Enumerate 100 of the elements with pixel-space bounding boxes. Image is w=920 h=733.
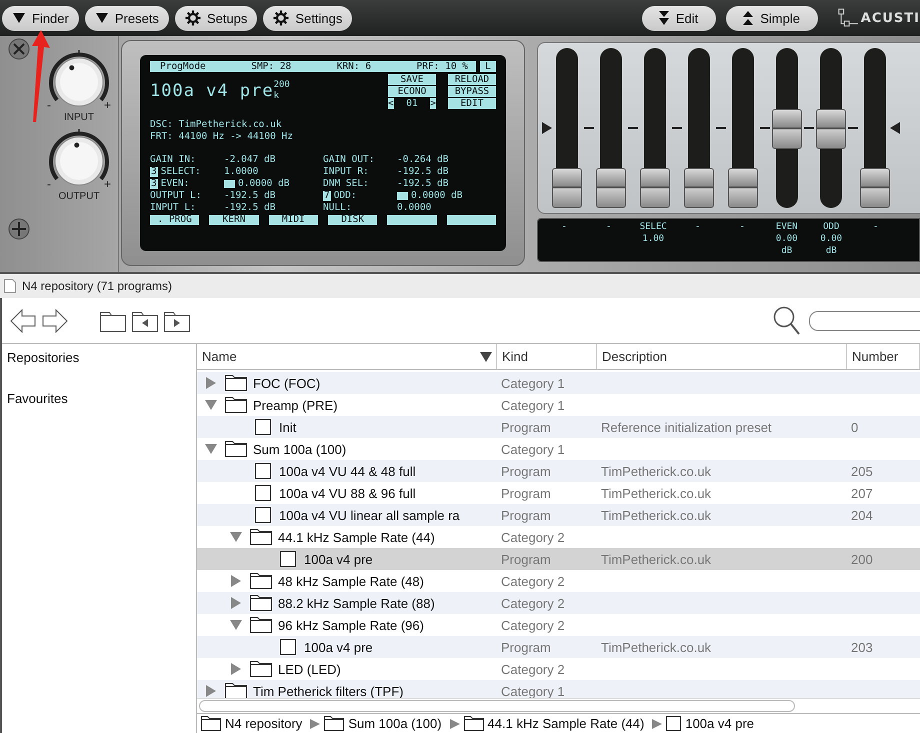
param-label: OUTPUT L: [150,190,202,202]
gear-icon [184,10,201,26]
separator-arrow-icon [310,718,320,728]
lcd-button[interactable]: ECONO [388,86,436,97]
name-cell: 100a v4 VU 44 & 48 full [279,464,416,478]
search-field[interactable] [809,310,920,330]
fader-thumb[interactable] [552,168,582,208]
toolbar-button[interactable]: Edit [642,6,716,30]
toolbar-button[interactable]: Presets [84,6,169,30]
breadcrumb-item[interactable]: N4 repository [225,716,302,731]
fader[interactable] [860,48,890,208]
table-row[interactable]: FOC (FOC) Category 1 [197,372,920,394]
table-row[interactable]: 100a v4 VU 88 & 96 full Program TimPetherick.co.uk 207 [197,482,920,504]
toolbar-button[interactable]: Finder [2,6,79,30]
fader[interactable] [772,48,802,208]
previous-button[interactable]: < [388,98,394,109]
name-cell: 96 kHz Sample Rate (96) [278,618,424,632]
folder-back-icon[interactable] [132,310,158,332]
program-icon [255,463,271,479]
table-row[interactable]: 96 kHz Sample Rate (96) Category 2 [197,614,920,636]
collapsed-triangle-icon[interactable] [230,575,242,587]
right-pointer-icon [542,122,552,134]
name-cell: LED (LED) [278,662,341,676]
sidebar-item[interactable]: Repositories [7,350,80,365]
fader-thumb[interactable] [772,109,802,149]
sidebar-item[interactable]: Favourites [7,391,68,406]
table-row[interactable]: Sum 100a (100) Category 1 [197,438,920,460]
fader[interactable] [640,48,670,208]
forward-arrow-icon[interactable] [42,308,68,332]
table-row[interactable]: 100a v4 VU linear all sample ra Program TimPetherick.co.uk 204 [197,504,920,526]
table-row[interactable]: Init Program Reference initialization preset 0 [197,416,920,438]
param-value: -0.264 dB [397,154,448,166]
folder-forward-icon[interactable] [164,310,190,332]
collapsed-triangle-icon[interactable] [205,377,217,389]
program-icon [255,507,271,523]
channel-marker: 3 [150,167,158,177]
collapsed-triangle-icon[interactable] [230,597,242,609]
kind-cell: Category 2 [501,596,565,610]
fader-thumb[interactable] [728,168,758,208]
toolbar-button[interactable]: Settings [263,6,352,30]
table-row[interactable]: 100a v4 VU 44 & 48 full Program TimPetherick.co.uk 205 [197,460,920,482]
folder-icon [225,683,247,698]
collapsed-triangle-icon[interactable] [230,663,242,675]
document-icon [4,279,16,293]
lcd-button[interactable]: SAVE [388,74,436,85]
name-cell: Init [279,420,296,434]
toolbar-button[interactable]: Setups [174,6,258,30]
breadcrumb-item[interactable]: Sum 100a (100) [348,716,442,731]
horizontal-scrollbar[interactable] [197,698,920,714]
table-row[interactable]: 48 kHz Sample Rate (48) Category 2 [197,570,920,592]
fader-thumb[interactable] [684,168,714,208]
column-header[interactable]: Kind [502,349,528,364]
table-row[interactable]: LED (LED) Category 2 [197,658,920,680]
fader-thumb[interactable] [816,109,846,149]
back-arrow-icon[interactable] [10,308,36,332]
fader-thumb[interactable] [596,168,626,208]
lcd-button[interactable]: EDIT [448,98,496,109]
fader[interactable] [552,48,582,208]
lcd-tab[interactable]: . PROG [150,215,200,225]
column-header[interactable]: Description [602,349,668,364]
fader[interactable] [596,48,626,208]
table-row[interactable]: Preamp (PRE) Category 1 [197,394,920,416]
screw-icon [8,38,30,60]
table-row[interactable]: 44.1 kHz Sample Rate (44) Category 2 [197,526,920,548]
column-header[interactable]: Number [852,349,898,364]
next-button[interactable]: > [430,98,436,109]
toolbar-button[interactable]: Simple [726,6,818,30]
breadcrumb-item[interactable]: 44.1 kHz Sample Rate (44) [488,716,644,731]
expanded-triangle-icon[interactable] [205,443,217,455]
expanded-triangle-icon[interactable] [230,619,242,631]
table-row[interactable]: 88.2 kHz Sample Rate (88) Category 2 [197,592,920,614]
knob-label: OUTPUT [58,191,100,202]
table-row[interactable]: 100a v4 pre Program TimPetherick.co.uk 203 [197,636,920,658]
number-cell: 0 [851,420,858,434]
fader-thumb[interactable] [640,168,670,208]
lcd-button[interactable]: BYPASS [448,86,496,97]
fader-thumb[interactable] [860,168,890,208]
fader[interactable] [816,48,846,208]
sort-descending-icon[interactable] [480,352,492,362]
lcd-button[interactable]: RELOAD [448,74,496,85]
table-row[interactable]: Tim Petherick filters (TPF) Category 1 [197,680,920,698]
lcd-tab[interactable]: DISK [328,215,378,225]
expanded-triangle-icon[interactable] [230,531,242,543]
fader-unit: dB [781,245,792,257]
breadcrumb-item[interactable]: 100a v4 pre [685,716,754,731]
lcd-tab[interactable]: KERN [209,215,259,225]
fader[interactable] [684,48,714,208]
expanded-triangle-icon[interactable] [205,399,217,411]
info-line: DSC: TimPetherick.co.uk [150,119,283,131]
column-header[interactable]: Name [202,349,237,364]
fader[interactable] [728,48,758,208]
folder-icon [250,661,272,677]
table-row[interactable]: 100a v4 pre Program TimPetherick.co.uk 200 [197,548,920,570]
search-icon[interactable] [773,306,801,336]
folder-icon[interactable] [100,310,126,332]
folder-icon [250,617,272,633]
number-cell: 204 [851,508,873,522]
lcd-tab[interactable]: MIDI [268,215,318,225]
param-value: -2.047 dB [224,154,276,166]
collapsed-triangle-icon[interactable] [205,685,217,697]
